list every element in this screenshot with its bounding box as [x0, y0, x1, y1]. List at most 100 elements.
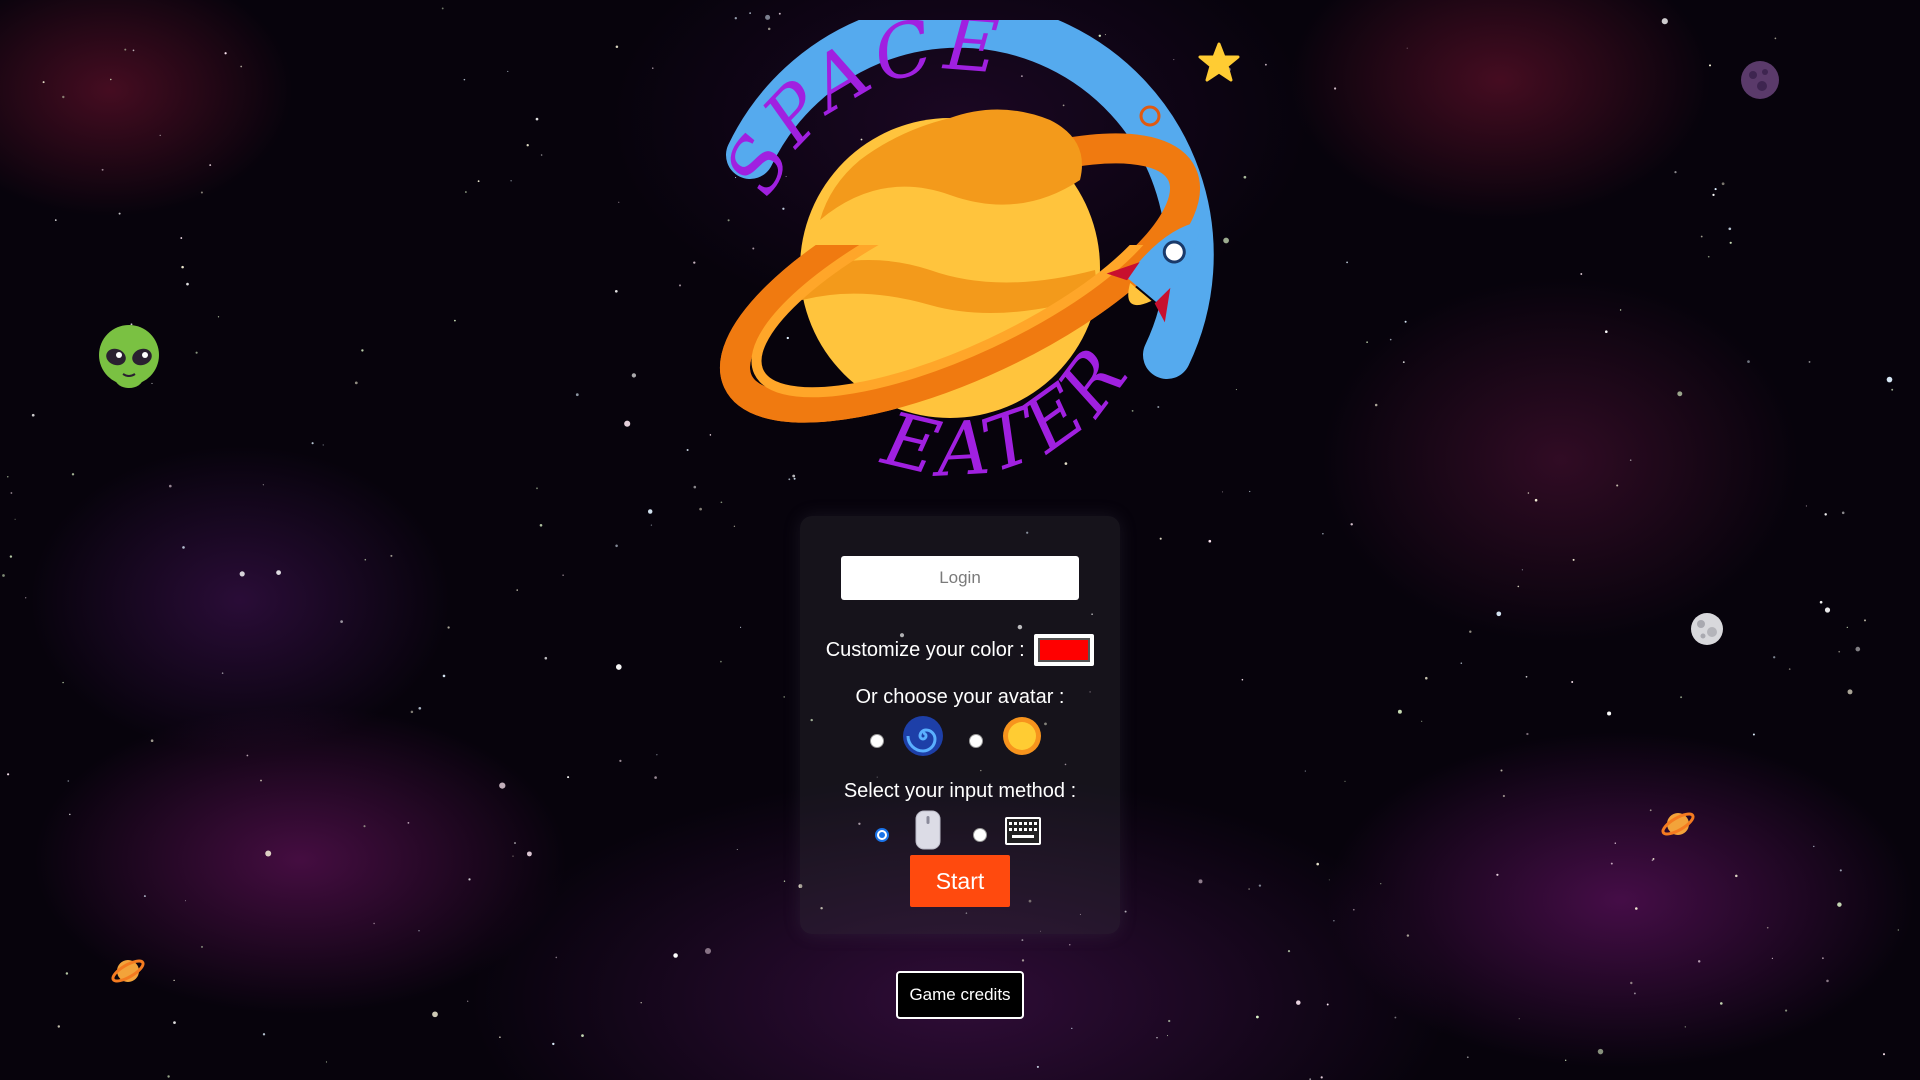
background-star: [1635, 907, 1638, 910]
background-star: [1334, 87, 1337, 90]
background-star: [647, 509, 653, 514]
background-star: [1328, 879, 1330, 881]
computer-mouse-icon[interactable]: [914, 810, 942, 850]
background-star: [143, 895, 146, 898]
background-star: [1572, 558, 1575, 561]
background-star: [447, 626, 450, 629]
background-star: [200, 945, 204, 948]
background-star: [1882, 1053, 1886, 1056]
background-star: [71, 473, 75, 476]
background-star: [1614, 842, 1617, 844]
background-star: [526, 144, 529, 147]
background-star: [167, 1075, 170, 1078]
background-star: [1159, 537, 1162, 540]
background-star: [720, 660, 722, 663]
background-star: [618, 201, 620, 203]
background-star: [1597, 1048, 1604, 1055]
background-star: [1684, 1026, 1686, 1028]
sun-icon[interactable]: [1001, 715, 1043, 757]
background-star: [150, 739, 154, 743]
background-star: [6, 773, 10, 776]
full-moon-icon: [1691, 613, 1723, 645]
background-star: [441, 7, 444, 10]
background-star: [733, 525, 736, 527]
background-star: [186, 282, 189, 286]
avatar-label: Or choose your avatar :: [855, 686, 1065, 708]
background-star: [555, 956, 558, 959]
start-button[interactable]: Start: [910, 855, 1010, 907]
background-star: [656, 754, 658, 756]
background-star: [740, 626, 742, 628]
background-star: [1616, 484, 1619, 487]
background-star: [1773, 656, 1776, 659]
background-star: [265, 850, 272, 857]
input-radio-keyboard[interactable]: [973, 828, 987, 842]
avatar-radio-galaxy[interactable]: [870, 734, 884, 748]
background-star: [783, 880, 786, 882]
background-star: [1785, 1009, 1788, 1012]
background-star: [507, 70, 509, 72]
background-star: [1166, 1035, 1169, 1037]
input-radio-mouse[interactable]: [875, 828, 889, 842]
background-star: [262, 1033, 266, 1036]
background-star: [1697, 960, 1701, 963]
background-star: [540, 154, 543, 156]
background-star: [14, 518, 16, 520]
background-star: [1838, 650, 1841, 653]
background-star: [1747, 360, 1750, 363]
background-star: [749, 12, 751, 14]
background-star: [221, 672, 224, 674]
background-star: [7, 476, 9, 478]
spiral-galaxy-icon[interactable]: [902, 715, 944, 757]
background-star: [673, 953, 678, 958]
background-star: [1397, 709, 1402, 714]
background-star: [1168, 1019, 1171, 1023]
background-star: [1610, 862, 1613, 865]
background-star: [1824, 607, 1831, 613]
background-star: [1496, 873, 1499, 876]
background-star: [57, 1025, 61, 1028]
background-star: [615, 544, 618, 548]
background-star: [373, 922, 375, 925]
background-star: [1891, 388, 1894, 391]
background-star: [1766, 926, 1769, 929]
background-star: [516, 589, 518, 591]
background-star: [615, 664, 622, 670]
background-star: [512, 855, 514, 857]
background-star: [514, 842, 516, 844]
background-star: [1855, 646, 1861, 652]
color-picker[interactable]: [1034, 634, 1095, 666]
moon-icon: [1741, 61, 1779, 99]
background-star: [1847, 689, 1853, 695]
background-star: [1788, 668, 1791, 670]
background-star: [1824, 513, 1827, 516]
background-star: [418, 706, 422, 710]
background-star: [1380, 883, 1382, 885]
background-star: [325, 1061, 328, 1063]
game-credits-button[interactable]: Game credits: [896, 971, 1024, 1019]
background-star: [1808, 360, 1811, 363]
background-star: [1771, 957, 1773, 960]
background-star: [1256, 1015, 1259, 1019]
background-star: [615, 45, 619, 49]
background-star: [1534, 498, 1538, 502]
keyboard-icon[interactable]: [1004, 816, 1042, 846]
background-star: [1021, 939, 1024, 942]
background-star: [1708, 64, 1712, 67]
background-star: [539, 523, 543, 527]
background-star: [65, 972, 69, 975]
background-star: [699, 507, 702, 511]
background-star: [1036, 1065, 1039, 1068]
avatar-radio-sun[interactable]: [969, 734, 983, 748]
login-input[interactable]: [841, 556, 1079, 600]
background-star: [209, 164, 212, 167]
background-star: [1466, 1056, 1469, 1059]
background-star: [1674, 171, 1677, 174]
background-star: [640, 1001, 642, 1004]
background-star: [1344, 780, 1346, 783]
background-star: [1304, 770, 1306, 772]
background-star: [101, 168, 104, 171]
background-star: [463, 78, 466, 81]
background-star: [276, 570, 281, 575]
background-star: [526, 851, 532, 857]
